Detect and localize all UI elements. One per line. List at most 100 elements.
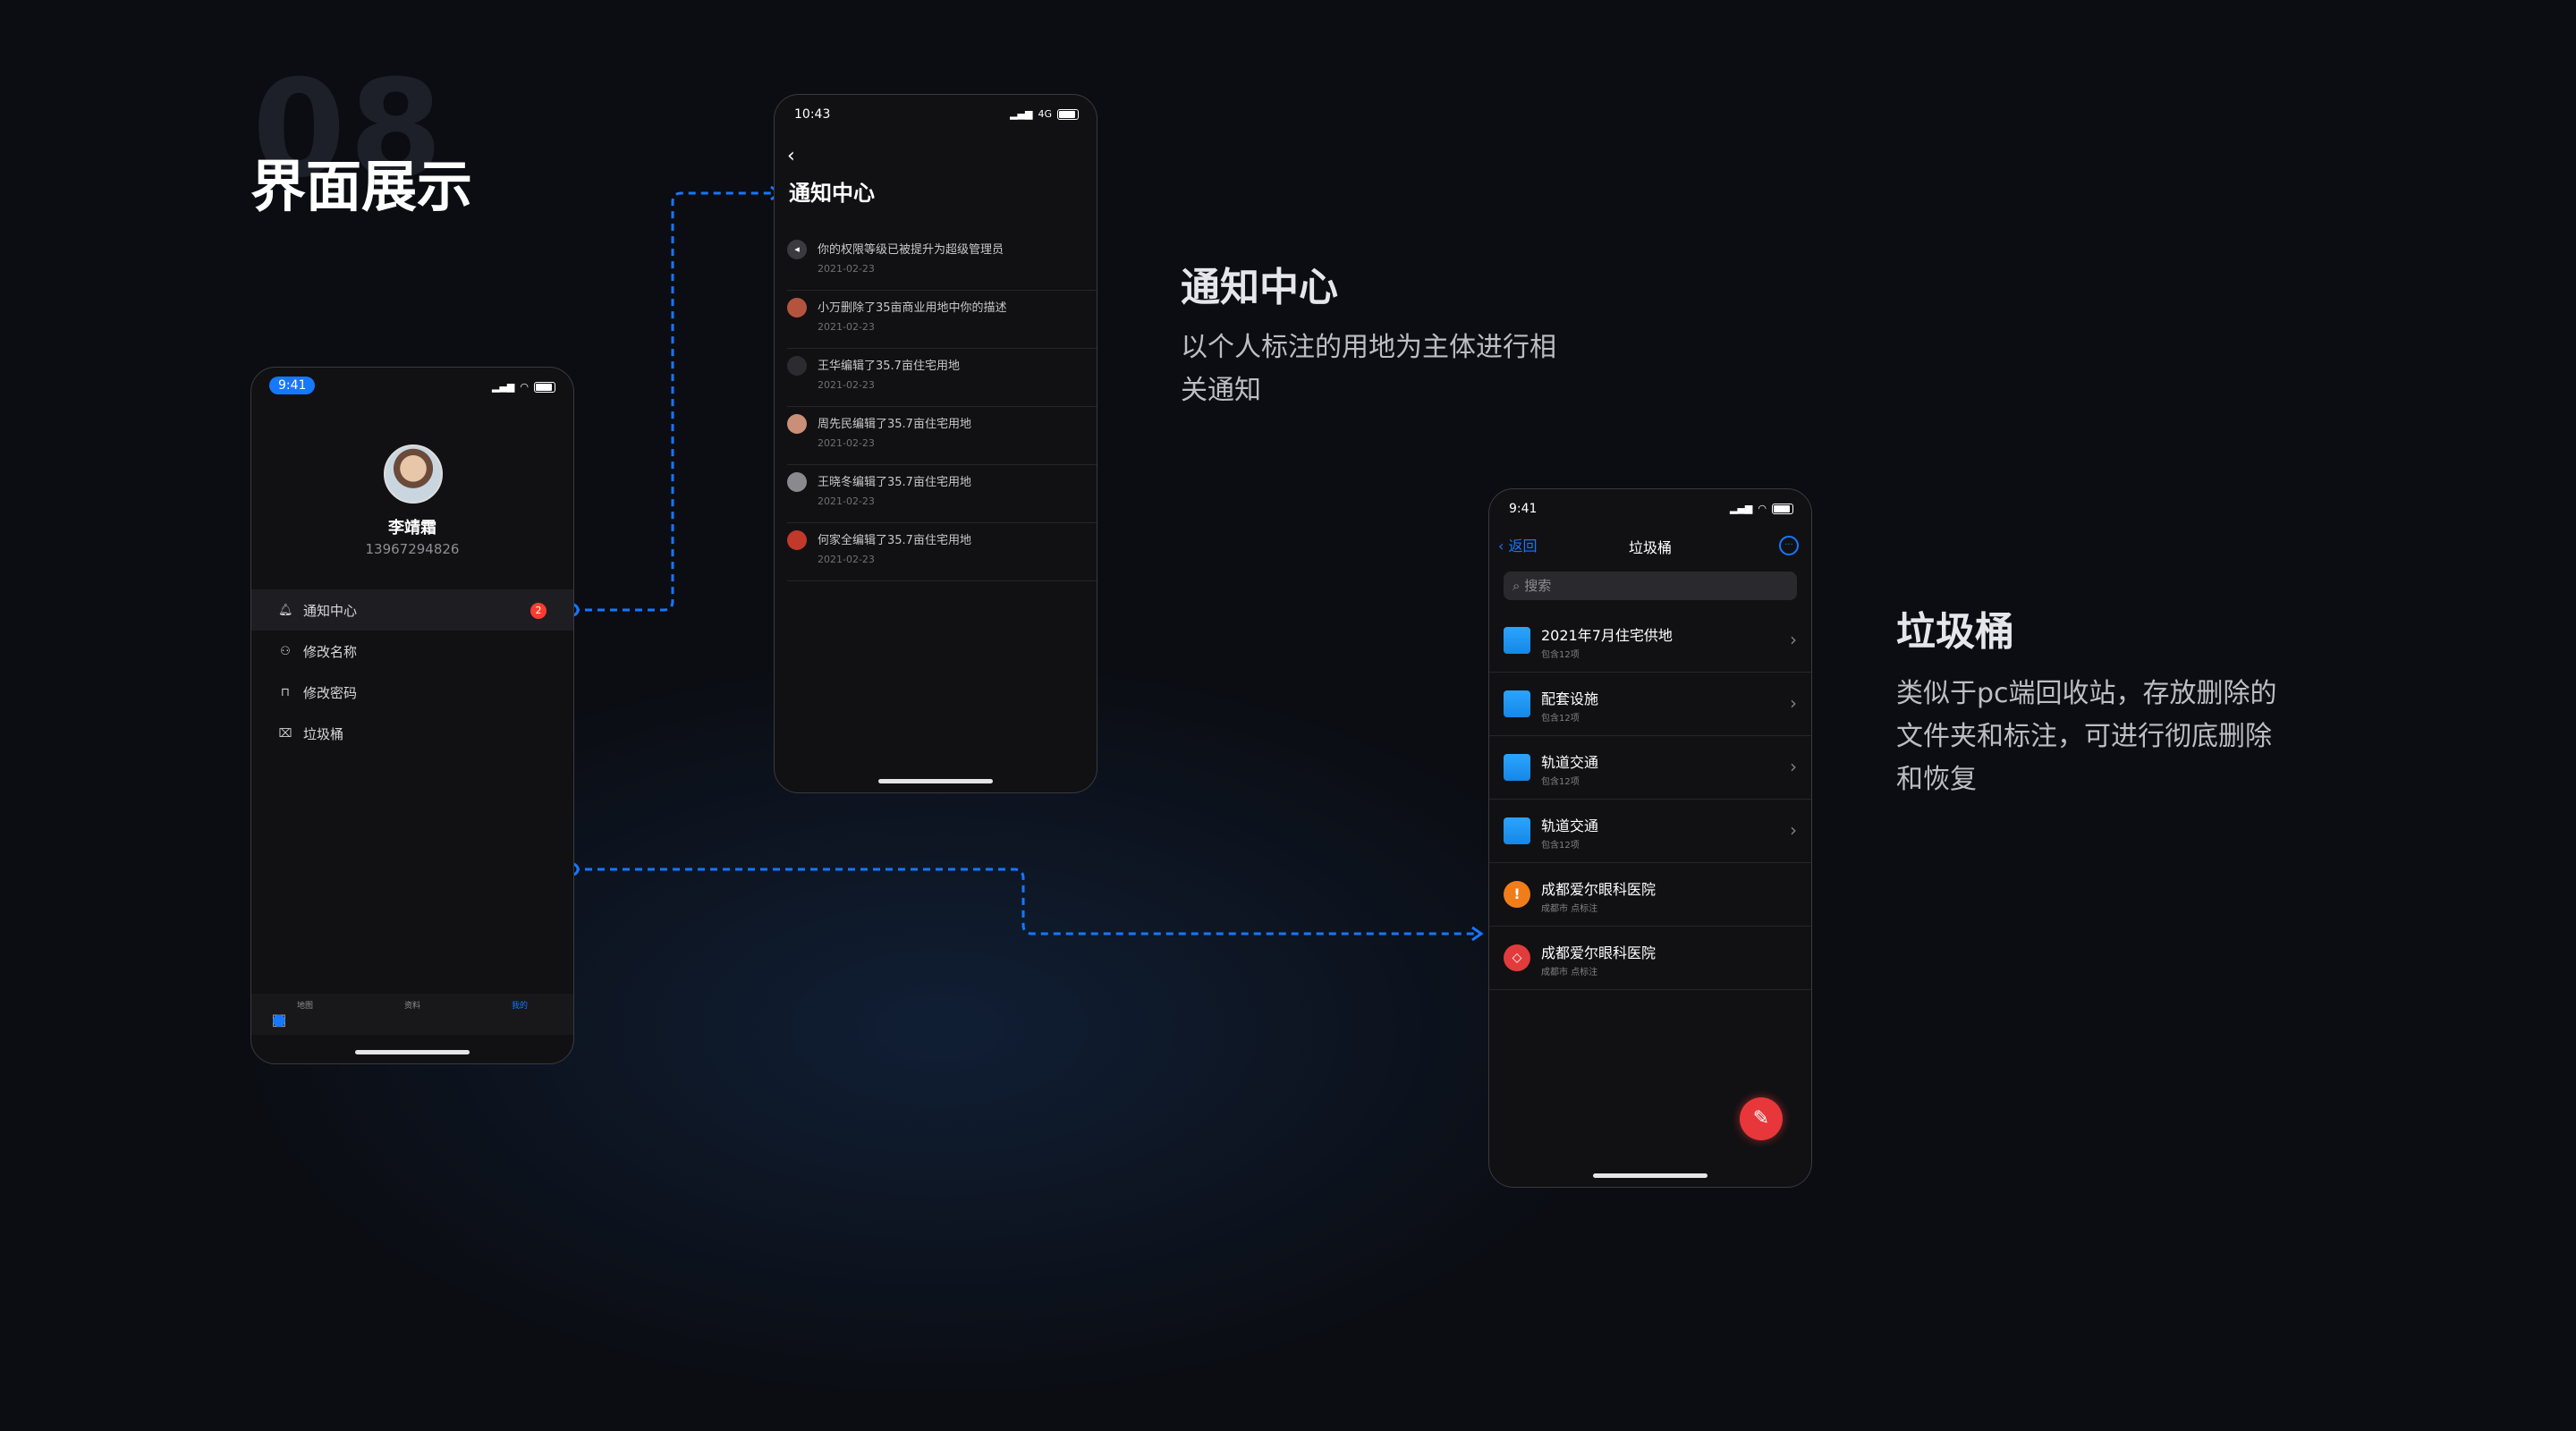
desc-line: 关通知 bbox=[1181, 375, 1261, 406]
menu-item-notifications[interactable]: 🔔︎ 通知中心 2 bbox=[251, 589, 573, 631]
status-time: 9:41 bbox=[1509, 502, 1538, 516]
megaphone-icon: ◂ bbox=[787, 240, 807, 259]
list-item[interactable]: ◂ 你的权限等级已被提升为超级管理员 2021-02-23 bbox=[787, 233, 1097, 291]
battery-icon bbox=[1057, 108, 1079, 120]
network-label: 4G bbox=[1038, 108, 1052, 120]
notification-text: 周先民编辑了35.7亩住宅用地 bbox=[818, 418, 971, 431]
item-sub: 成都市 点标注 bbox=[1541, 904, 1598, 914]
status-bar: 9:41 ▂▄▆ ◠ bbox=[1489, 489, 1811, 525]
person-icon: ● bbox=[272, 1011, 286, 1029]
profile-phone: 9:41 ▂▄▆ ◠ 李靖霜 13967294826 🔔︎ 通知中心 2 ⚇ 修… bbox=[250, 367, 574, 1064]
item-name: 配套设施 bbox=[1541, 690, 1599, 707]
battery-icon bbox=[534, 381, 555, 393]
notification-date: 2021-02-23 bbox=[818, 379, 875, 391]
chevron-right-icon: › bbox=[1790, 629, 1797, 650]
status-icons: ▂▄▆ 4G bbox=[1010, 108, 1079, 120]
tab-bar: ▥ 地图 ▬ 资料 ● 我的 bbox=[251, 994, 573, 1035]
notification-desc: 以个人标注的用地为主体进行相 关通知 bbox=[1181, 326, 1556, 412]
section-title: 界面展示 bbox=[250, 154, 473, 219]
item-name: 2021年7月住宅供地 bbox=[1541, 627, 1673, 644]
wifi-icon: ◠ bbox=[1758, 503, 1767, 514]
back-button[interactable]: ‹ bbox=[787, 145, 795, 167]
menu-item-label: 修改名称 bbox=[303, 643, 358, 660]
list-item[interactable]: 小万删除了35亩商业用地中你的描述 2021-02-23 bbox=[787, 291, 1097, 349]
item-sub: 包含12项 bbox=[1541, 714, 1580, 724]
desc-line: 类似于pc端回收站，存放删除的 bbox=[1896, 678, 2277, 709]
avatar bbox=[787, 414, 807, 434]
folder-icon bbox=[1504, 690, 1530, 717]
status-bar: 10:43 ▂▄▆ 4G bbox=[775, 95, 1097, 131]
notification-text: 王晓冬编辑了35.7亩住宅用地 bbox=[818, 476, 971, 489]
search-input[interactable]: ⌕ 搜索 bbox=[1504, 572, 1797, 600]
battery-icon bbox=[1772, 503, 1793, 514]
wifi-icon: ◠ bbox=[520, 381, 529, 393]
profile-menu: 🔔︎ 通知中心 2 ⚇ 修改名称 ⊓ 修改密码 ⌧ 垃圾桶 bbox=[251, 589, 573, 754]
list-item[interactable]: 轨道交通 包含12项 › bbox=[1489, 800, 1811, 863]
tab-label: 地图 bbox=[296, 1002, 313, 1011]
list-item[interactable]: 配套设施 包含12项 › bbox=[1489, 673, 1811, 736]
folder-icon bbox=[1504, 817, 1530, 844]
list-item[interactable]: ◇ 成都爱尔眼科医院 成都市 点标注 bbox=[1489, 927, 1811, 990]
page-title: 垃圾桶 bbox=[1628, 539, 1672, 556]
avatar bbox=[787, 298, 807, 318]
status-icons: ▂▄▆ ◠ bbox=[492, 381, 555, 393]
item-sub: 包含12项 bbox=[1541, 650, 1580, 660]
tab-files[interactable]: ▬ 资料 bbox=[271, 994, 466, 1035]
list-item[interactable]: 何家全编辑了35.7亩住宅用地 2021-02-23 bbox=[787, 523, 1097, 581]
signal-icon: ▂▄▆ bbox=[492, 381, 515, 393]
item-name: 轨道交通 bbox=[1541, 817, 1599, 834]
tab-label: 我的 bbox=[511, 1002, 528, 1011]
menu-item-rename[interactable]: ⚇ 修改名称 bbox=[251, 631, 573, 672]
avatar bbox=[787, 472, 807, 492]
notification-text: 何家全编辑了35.7亩住宅用地 bbox=[818, 534, 971, 547]
more-icon[interactable]: ··· bbox=[1779, 536, 1799, 555]
menu-item-trash[interactable]: ⌧ 垃圾桶 bbox=[251, 713, 573, 754]
user-phone: 13967294826 bbox=[365, 541, 460, 557]
avatar bbox=[787, 356, 807, 376]
connector-to-notification bbox=[572, 191, 778, 612]
folder-icon bbox=[1504, 754, 1530, 781]
clean-button[interactable]: ✎ bbox=[1740, 1097, 1783, 1140]
notification-date: 2021-02-23 bbox=[818, 263, 875, 275]
home-indicator bbox=[1593, 1173, 1707, 1178]
avatar bbox=[787, 530, 807, 550]
folder-icon bbox=[1504, 627, 1530, 654]
area-mark-icon: ◇ bbox=[1504, 944, 1530, 971]
list-item[interactable]: 2021年7月住宅供地 包含12项 › bbox=[1489, 609, 1811, 673]
notification-list: ◂ 你的权限等级已被提升为超级管理员 2021-02-23 小万删除了35亩商业… bbox=[787, 233, 1097, 581]
chevron-right-icon: › bbox=[1790, 819, 1797, 841]
notification-date: 2021-02-23 bbox=[818, 554, 875, 565]
trash-desc: 类似于pc端回收站，存放删除的 文件夹和标注，可进行彻底删除 和恢复 bbox=[1896, 673, 2277, 801]
trash-desc-title: 垃圾桶 bbox=[1896, 609, 2014, 655]
status-bar: 9:41 ▂▄▆ ◠ bbox=[251, 368, 573, 403]
search-placeholder: 搜索 bbox=[1524, 578, 1552, 594]
notification-text: 你的权限等级已被提升为超级管理员 bbox=[818, 243, 1004, 257]
notification-phone: 10:43 ▂▄▆ 4G ‹ 通知中心 ◂ 你的权限等级已被提升为超级管理员 2… bbox=[774, 94, 1097, 793]
point-mark-icon: ! bbox=[1504, 881, 1530, 908]
home-indicator bbox=[878, 779, 993, 783]
list-item[interactable]: ! 成都爱尔眼科医院 成都市 点标注 bbox=[1489, 863, 1811, 927]
item-name: 轨道交通 bbox=[1541, 754, 1599, 771]
status-icons: ▂▄▆ ◠ bbox=[1730, 503, 1793, 514]
status-time: 9:41 bbox=[269, 377, 316, 394]
list-item[interactable]: 周先民编辑了35.7亩住宅用地 2021-02-23 bbox=[787, 407, 1097, 465]
tab-me[interactable]: ● 我的 bbox=[272, 994, 573, 1035]
menu-item-label: 通知中心 bbox=[303, 602, 358, 619]
signal-icon: ▂▄▆ bbox=[1730, 503, 1753, 514]
signal-icon: ▂▄▆ bbox=[1010, 108, 1033, 120]
list-item[interactable]: 王华编辑了35.7亩住宅用地 2021-02-23 bbox=[787, 349, 1097, 407]
desc-line: 和恢复 bbox=[1896, 764, 1977, 795]
notification-desc-title: 通知中心 bbox=[1181, 265, 1338, 310]
desc-line: 文件夹和标注，可进行彻底删除 bbox=[1896, 721, 2272, 752]
menu-item-password[interactable]: ⊓ 修改密码 bbox=[251, 672, 573, 713]
avatar[interactable] bbox=[384, 445, 443, 504]
search-icon: ⌕ bbox=[1513, 578, 1521, 594]
chevron-right-icon: › bbox=[1790, 692, 1797, 714]
trash-phone: 9:41 ▂▄▆ ◠ ‹ 返回 垃圾桶 ··· ⌕ 搜索 2021年7月住宅供地… bbox=[1488, 488, 1812, 1188]
trash-icon: ⌧ bbox=[278, 726, 292, 741]
list-item[interactable]: 王晓冬编辑了35.7亩住宅用地 2021-02-23 bbox=[787, 465, 1097, 523]
desc-line: 以个人标注的用地为主体进行相 bbox=[1181, 332, 1556, 363]
notification-text: 小万删除了35亩商业用地中你的描述 bbox=[818, 301, 1007, 315]
list-item[interactable]: 轨道交通 包含12项 › bbox=[1489, 736, 1811, 800]
user-icon: ⚇ bbox=[280, 644, 291, 658]
